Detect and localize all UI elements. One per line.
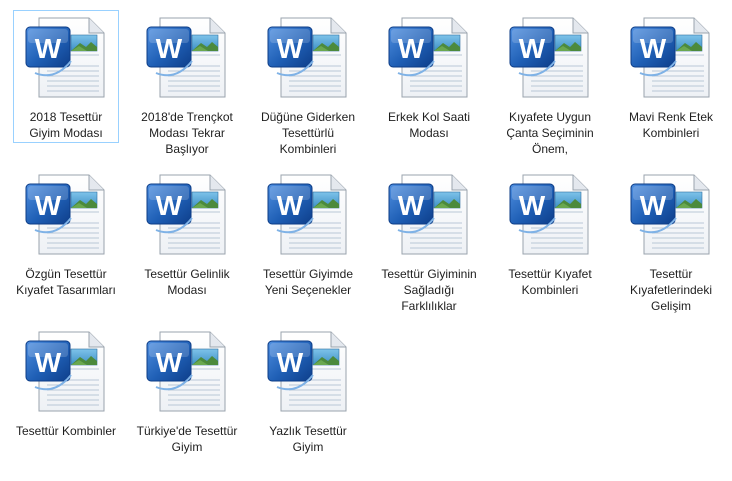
word-document-icon: W [25, 331, 105, 412]
file-label: Türkiye'de Tesettür Giyim [136, 424, 238, 454]
file-label: Tesettür Giyiminin Sağladığı Farklılıkla… [381, 267, 477, 313]
word-document-icon: W [25, 174, 105, 255]
file-item[interactable]: W Tesettür Kıyafetlerindeki Gelişim [618, 167, 724, 322]
file-item[interactable]: W 2018 Tesettür Giyim Modası [13, 10, 119, 143]
file-item[interactable]: W Kıyafete Uygun Çanta Seçiminin Önem, [497, 10, 603, 165]
word-document-icon: W [509, 174, 589, 255]
svg-text:W: W [519, 33, 546, 64]
svg-text:W: W [640, 33, 667, 64]
file-item[interactable]: W Mavi Renk Etek Kombinleri [618, 10, 724, 165]
file-item[interactable]: W 2018'de Trençkot Modası Tekrar Başlıyo… [134, 10, 240, 165]
word-document-icon: W [267, 17, 347, 98]
word-document-icon: W [25, 17, 105, 98]
file-label: Yazlık Tesettür Giyim [269, 424, 347, 454]
file-label: Erkek Kol Saati Modası [387, 110, 471, 140]
word-document-icon: W [146, 17, 226, 98]
svg-text:W: W [35, 190, 62, 221]
file-item[interactable]: W Tesettür Giyimde Yeni Seçenekler [255, 167, 361, 322]
word-document-icon: W [388, 174, 468, 255]
file-label: Tesettür Kıyafet Kombinleri [508, 267, 592, 297]
file-item[interactable]: W Tesettür Kıyafet Kombinleri [497, 167, 603, 322]
svg-text:W: W [156, 33, 183, 64]
file-label: Kıyafete Uygun Çanta Seçiminin Önem, [506, 110, 594, 156]
file-label: Mavi Renk Etek Kombinleri [628, 110, 714, 140]
svg-text:W: W [156, 190, 183, 221]
word-document-icon: W [267, 174, 347, 255]
file-item[interactable]: W Düğüne Giderken Tesettürlü Kombinleri [255, 10, 361, 165]
svg-text:W: W [277, 33, 304, 64]
file-item[interactable]: W Tesettür Kombinler [13, 324, 119, 479]
file-label: Tesettür Kıyafetlerindeki Gelişim [629, 267, 713, 313]
svg-text:W: W [277, 347, 304, 378]
svg-text:W: W [156, 347, 183, 378]
file-label: Tesettür Kombinler [15, 424, 117, 438]
word-document-icon: W [630, 174, 710, 255]
word-document-icon: W [146, 174, 226, 255]
word-document-icon: W [388, 17, 468, 98]
svg-text:W: W [35, 33, 62, 64]
file-label: Tesettür Gelinlik Modası [144, 267, 230, 297]
file-label: Tesettür Giyimde Yeni Seçenekler [262, 267, 354, 297]
file-item[interactable]: W Tesettür Gelinlik Modası [134, 167, 240, 322]
file-item[interactable]: W Tesettür Giyiminin Sağladığı Farklılık… [376, 167, 482, 322]
file-label: Özgün Tesettür Kıyafet Tasarımları [16, 267, 116, 297]
word-document-icon: W [509, 17, 589, 98]
svg-text:W: W [640, 190, 667, 221]
word-document-icon: W [630, 17, 710, 98]
word-document-icon: W [267, 331, 347, 412]
file-item[interactable]: W Özgün Tesettür Kıyafet Tasarımları [13, 167, 119, 322]
file-grid: W 2018 Tesettür Giyim Modası W 2018'de T… [13, 10, 732, 481]
svg-text:W: W [519, 190, 546, 221]
word-document-icon: W [146, 331, 226, 412]
svg-text:W: W [398, 33, 425, 64]
file-item[interactable]: W Yazlık Tesettür Giyim [255, 324, 361, 479]
svg-text:W: W [277, 190, 304, 221]
file-label: 2018 Tesettür Giyim Modası [29, 110, 103, 140]
svg-text:W: W [398, 190, 425, 221]
svg-text:W: W [35, 347, 62, 378]
file-label: Düğüne Giderken Tesettürlü Kombinleri [260, 110, 356, 156]
file-label: 2018'de Trençkot Modası Tekrar Başlıyor [141, 110, 233, 156]
file-item[interactable]: W Türkiye'de Tesettür Giyim [134, 324, 240, 479]
file-item[interactable]: W Erkek Kol Saati Modası [376, 10, 482, 165]
